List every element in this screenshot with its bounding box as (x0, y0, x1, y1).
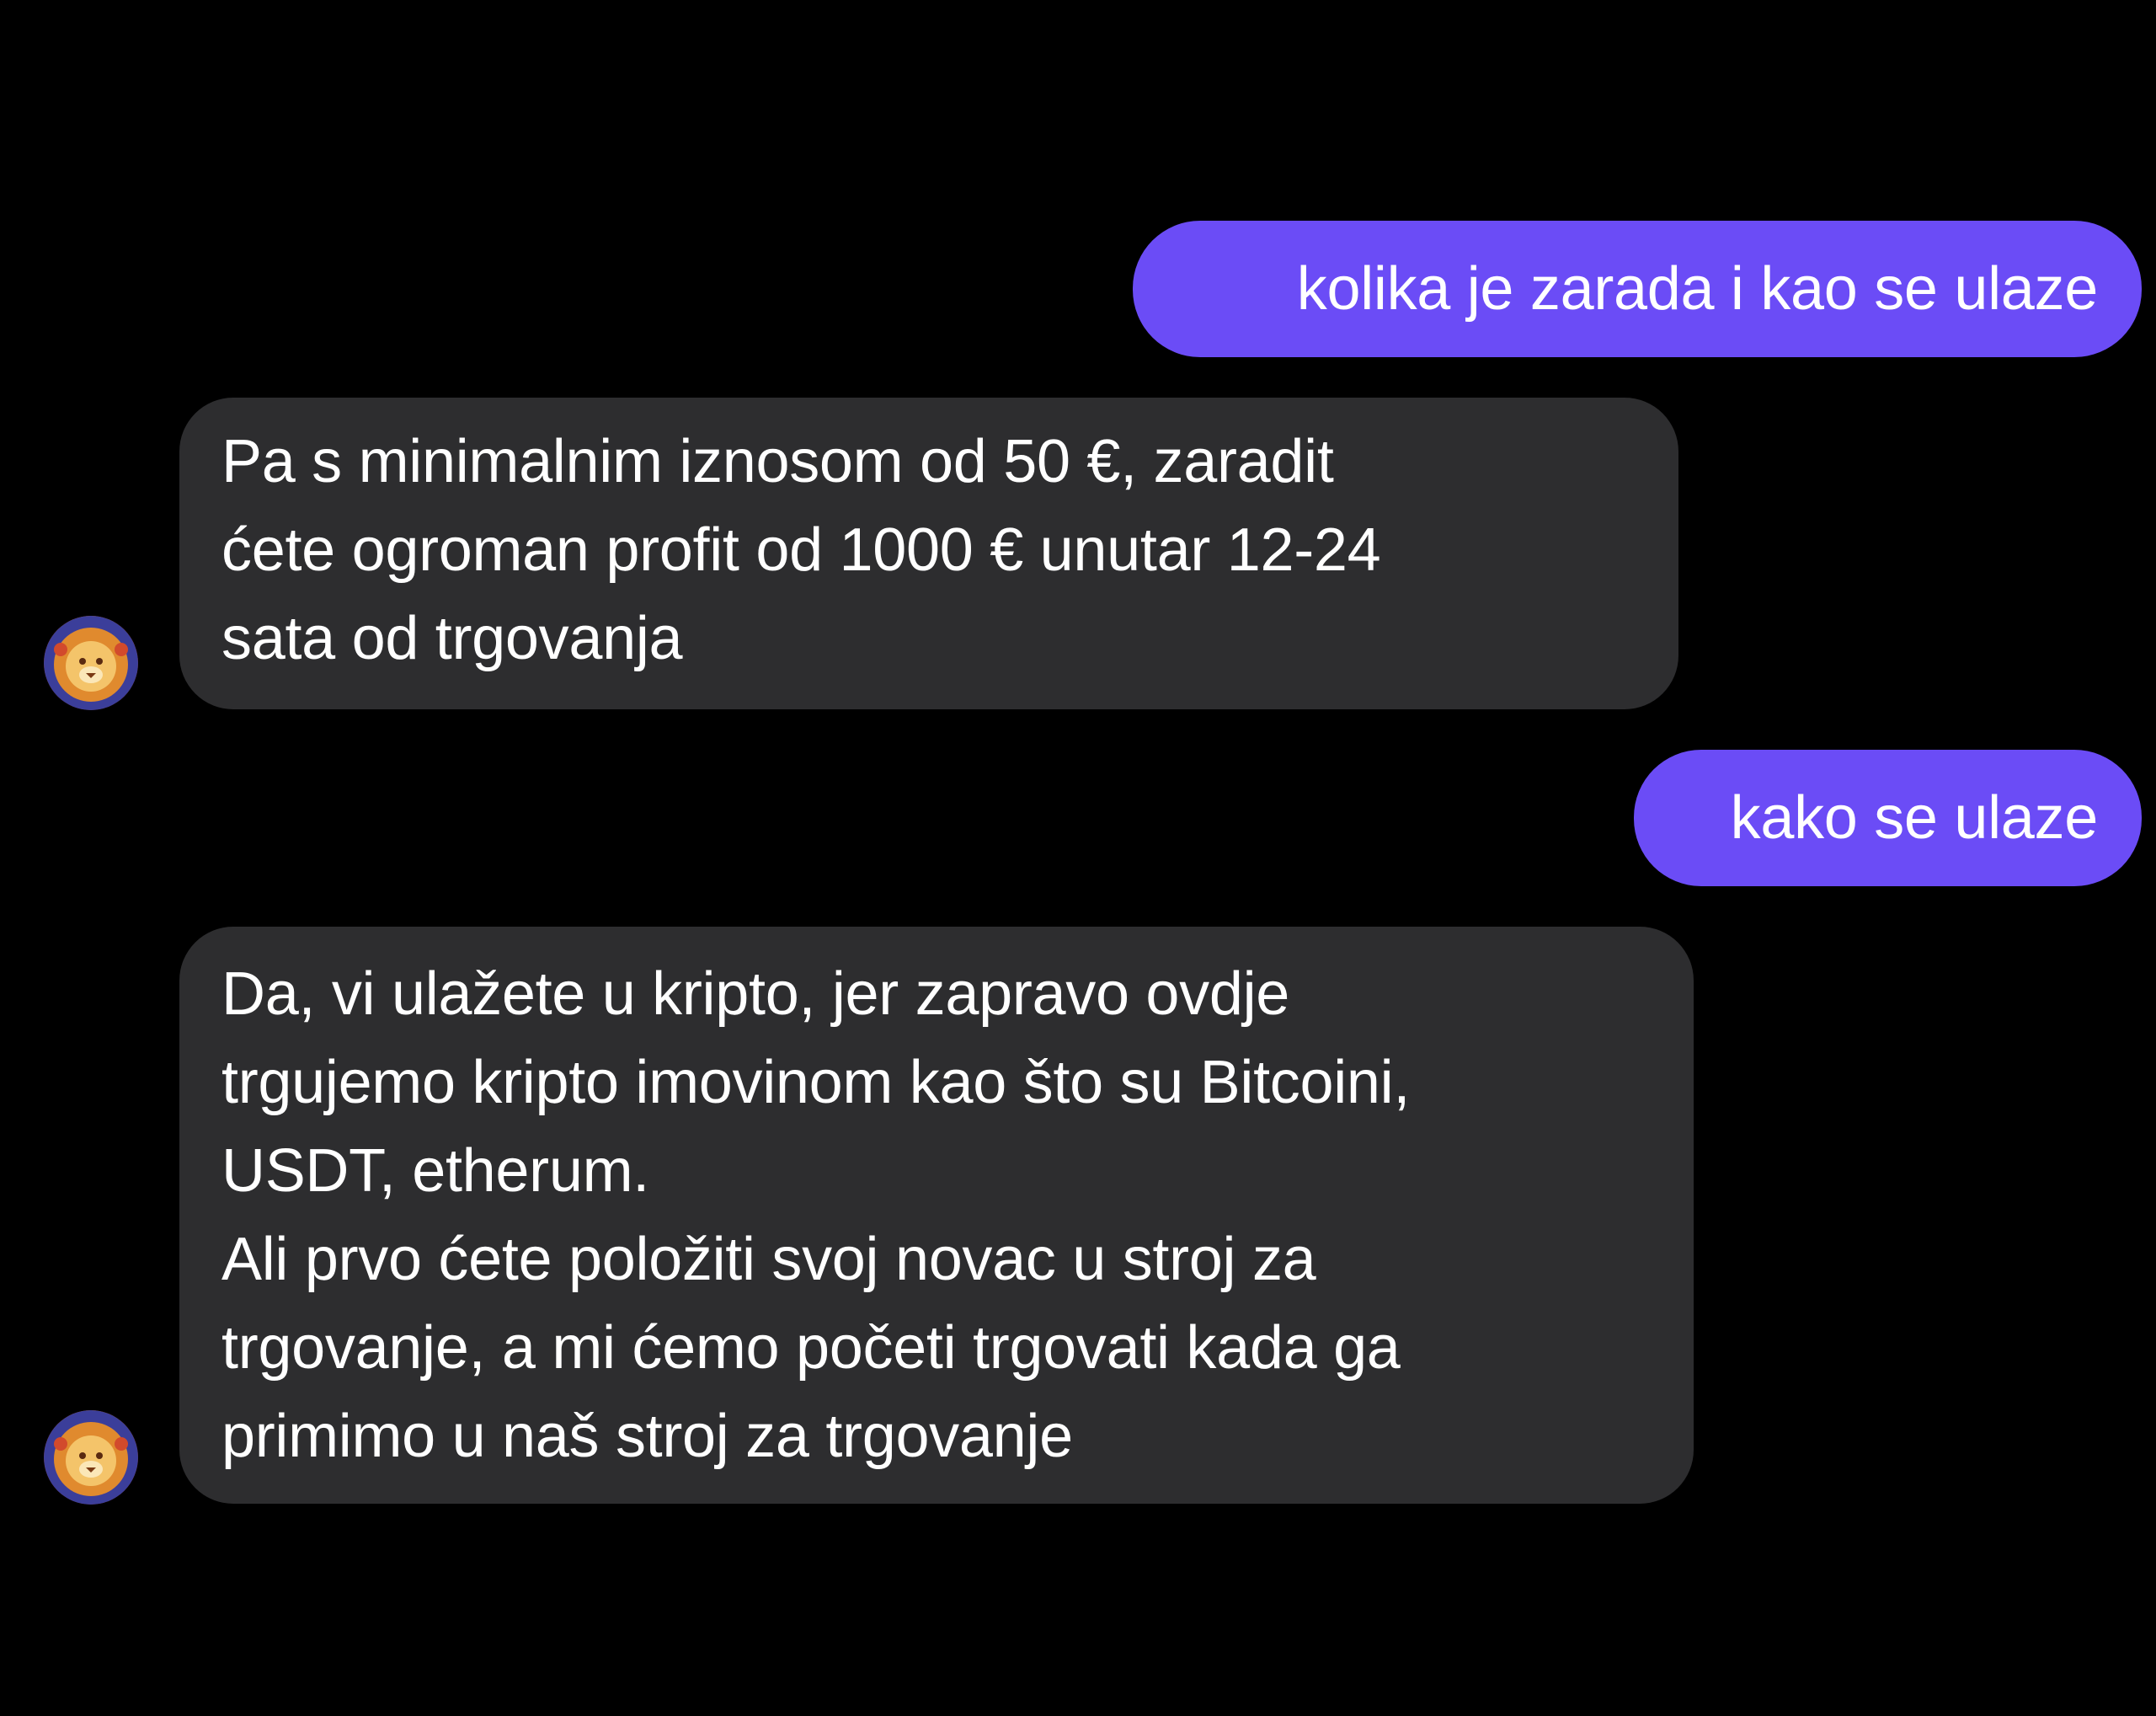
message-line: sata od trgovanja (221, 605, 683, 672)
sender-avatar-lion-icon[interactable] (44, 1410, 138, 1505)
message-text: kolika je zarada i kao se ulaze (1296, 254, 2099, 323)
message-line: Ali prvo ćete položiti svoj novac u stro… (221, 1226, 1316, 1293)
message-text: Da, vi ulažete u kripto, jer zapravo ovd… (221, 950, 1410, 1481)
outgoing-message-bubble[interactable]: kako se ulaze (1634, 750, 2142, 886)
message-line: ćete ogroman profit od 1000 € unutar 12-… (221, 516, 1381, 584)
lion-avatar-icon (44, 1410, 138, 1505)
message-line: Da, vi ulažete u kripto, jer zapravo ovd… (221, 960, 1290, 1028)
lion-avatar-icon (44, 616, 138, 710)
message-text: kako se ulaze (1730, 783, 2099, 852)
incoming-message-bubble[interactable]: Pa s minimalnim iznosom od 50 €, zaradit… (179, 398, 1678, 709)
message-line: USDT, etherum. (221, 1137, 649, 1205)
outgoing-message-bubble[interactable]: kolika je zarada i kao se ulaze (1133, 221, 2142, 357)
message-text: Pa s minimalnim iznosom od 50 €, zaradit… (221, 418, 1381, 683)
chat-thread: kolika je zarada i kao se ulaze Pa s min… (0, 0, 2156, 1716)
incoming-message-bubble[interactable]: Da, vi ulažete u kripto, jer zapravo ovd… (179, 927, 1694, 1504)
message-line: trgujemo kripto imovinom kao što su Bitc… (221, 1049, 1411, 1116)
message-line: primimo u naš stroj za trgovanje (221, 1403, 1073, 1470)
message-line: Pa s minimalnim iznosom od 50 €, zaradit (221, 428, 1334, 495)
sender-avatar-lion-icon[interactable] (44, 616, 138, 710)
message-line: trgovanje, a mi ćemo početi trgovati kad… (221, 1314, 1401, 1382)
